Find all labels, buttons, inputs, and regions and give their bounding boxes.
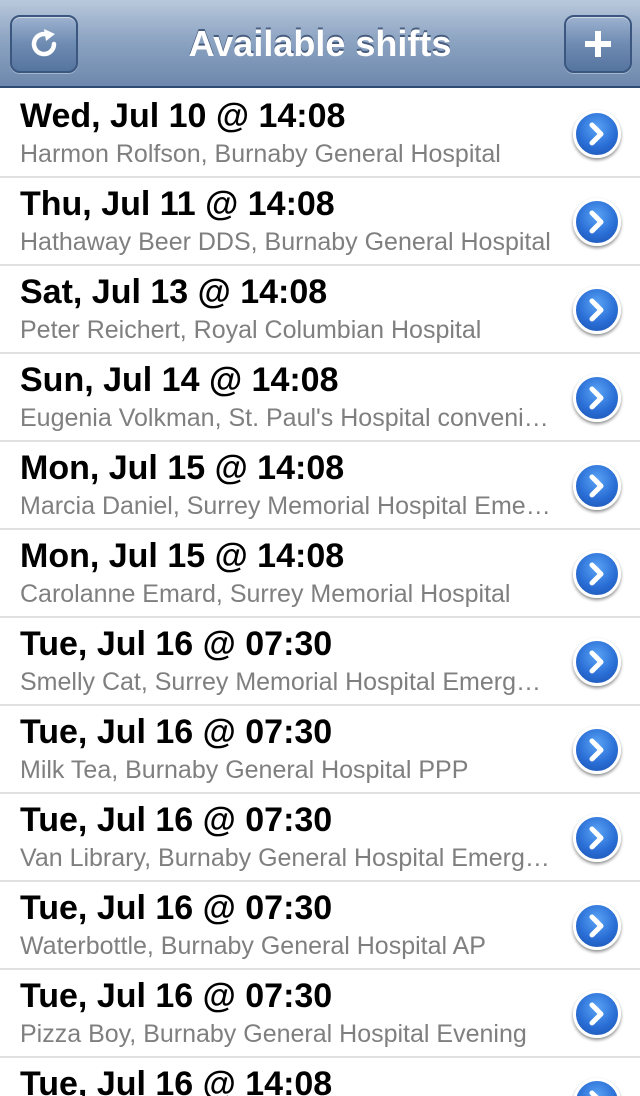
- detail-disclosure-button[interactable]: [573, 814, 621, 862]
- shift-datetime: Thu, Jul 11 @ 14:08: [20, 185, 335, 223]
- shift-row[interactable]: Tue, Jul 16 @ 07:30 Waterbottle, Burnaby…: [0, 882, 640, 970]
- shift-row[interactable]: Tue, Jul 16 @ 14:08: [0, 1058, 640, 1096]
- chevron-right-icon: [589, 1090, 599, 1096]
- shift-details: Marcia Daniel, Surrey Memorial Hospital …: [20, 492, 552, 520]
- detail-disclosure-button[interactable]: [573, 726, 621, 774]
- shift-details: Waterbottle, Burnaby General Hospital AP: [20, 932, 486, 960]
- chevron-right-icon: [589, 826, 604, 850]
- shift-details: Peter Reichert, Royal Columbian Hospital: [20, 316, 482, 344]
- detail-disclosure-button[interactable]: [573, 374, 621, 422]
- chevron-right-icon: [589, 386, 604, 410]
- shift-list: Wed, Jul 10 @ 14:08 Harmon Rolfson, Burn…: [0, 90, 640, 1096]
- shift-details: Smelly Cat, Surrey Memorial Hospital Eme…: [20, 668, 552, 696]
- chevron-right-icon: [589, 122, 604, 146]
- shift-row[interactable]: Wed, Jul 10 @ 14:08 Harmon Rolfson, Burn…: [0, 90, 640, 178]
- shift-datetime: Sat, Jul 13 @ 14:08: [20, 273, 328, 311]
- detail-disclosure-button[interactable]: [573, 462, 621, 510]
- shift-datetime: Sun, Jul 14 @ 14:08: [20, 361, 339, 399]
- chevron-right-icon: [589, 650, 604, 674]
- refresh-button[interactable]: [10, 15, 78, 73]
- shift-datetime: Mon, Jul 15 @ 14:08: [20, 537, 345, 575]
- shift-datetime: Wed, Jul 10 @ 14:08: [20, 97, 346, 135]
- shift-row[interactable]: Tue, Jul 16 @ 07:30 Van Library, Burnaby…: [0, 794, 640, 882]
- detail-disclosure-button[interactable]: [573, 902, 621, 950]
- detail-disclosure-button[interactable]: [573, 550, 621, 598]
- shift-row[interactable]: Mon, Jul 15 @ 14:08 Marcia Daniel, Surre…: [0, 442, 640, 530]
- shift-details: Pizza Boy, Burnaby General Hospital Even…: [20, 1020, 527, 1048]
- shift-datetime: Tue, Jul 16 @ 07:30: [20, 625, 333, 663]
- detail-disclosure-button[interactable]: [573, 990, 621, 1038]
- shift-details: Van Library, Burnaby General Hospital Em…: [20, 844, 552, 872]
- chevron-right-icon: [589, 298, 604, 322]
- shift-datetime: Tue, Jul 16 @ 07:30: [20, 713, 333, 751]
- plus-icon: [585, 31, 611, 57]
- shift-datetime: Tue, Jul 16 @ 14:08: [20, 1065, 333, 1096]
- shift-row[interactable]: Mon, Jul 15 @ 14:08 Carolanne Emard, Sur…: [0, 530, 640, 618]
- shift-row[interactable]: Tue, Jul 16 @ 07:30 Milk Tea, Burnaby Ge…: [0, 706, 640, 794]
- page-title: Available shifts: [188, 23, 452, 64]
- shift-datetime: Tue, Jul 16 @ 07:30: [20, 801, 333, 839]
- chevron-right-icon: [589, 914, 604, 938]
- shift-details: Harmon Rolfson, Burnaby General Hospital: [20, 140, 501, 168]
- chevron-right-icon: [589, 474, 604, 498]
- shift-datetime: Mon, Jul 15 @ 14:08: [20, 449, 345, 487]
- detail-disclosure-button[interactable]: [573, 638, 621, 686]
- refresh-icon: [31, 29, 57, 57]
- navigation-bar: Available shifts: [0, 0, 640, 88]
- chevron-right-icon: [589, 1002, 604, 1026]
- shift-datetime: Tue, Jul 16 @ 07:30: [20, 977, 333, 1015]
- detail-disclosure-button[interactable]: [573, 110, 621, 158]
- shift-row[interactable]: Tue, Jul 16 @ 07:30 Smelly Cat, Surrey M…: [0, 618, 640, 706]
- shift-details: Milk Tea, Burnaby General Hospital PPP: [20, 756, 469, 784]
- chevron-right-icon: [589, 738, 604, 762]
- detail-disclosure-button[interactable]: [573, 286, 621, 334]
- shift-details: Carolanne Emard, Surrey Memorial Hospita…: [20, 580, 511, 608]
- chevron-right-icon: [589, 210, 604, 234]
- chevron-right-icon: [589, 562, 604, 586]
- add-shift-button[interactable]: [564, 15, 632, 73]
- shift-row[interactable]: Tue, Jul 16 @ 07:30 Pizza Boy, Burnaby G…: [0, 970, 640, 1058]
- shift-row[interactable]: Sat, Jul 13 @ 14:08 Peter Reichert, Roya…: [0, 266, 640, 354]
- detail-disclosure-button[interactable]: [573, 1078, 621, 1096]
- shift-row[interactable]: Sun, Jul 14 @ 14:08 Eugenia Volkman, St.…: [0, 354, 640, 442]
- shift-details: Eugenia Volkman, St. Paul's Hospital con…: [20, 404, 552, 432]
- detail-disclosure-button[interactable]: [573, 198, 621, 246]
- shift-details: Hathaway Beer DDS, Burnaby General Hospi…: [20, 228, 551, 256]
- shift-datetime: Tue, Jul 16 @ 07:30: [20, 889, 333, 927]
- shift-row[interactable]: Thu, Jul 11 @ 14:08 Hathaway Beer DDS, B…: [0, 178, 640, 266]
